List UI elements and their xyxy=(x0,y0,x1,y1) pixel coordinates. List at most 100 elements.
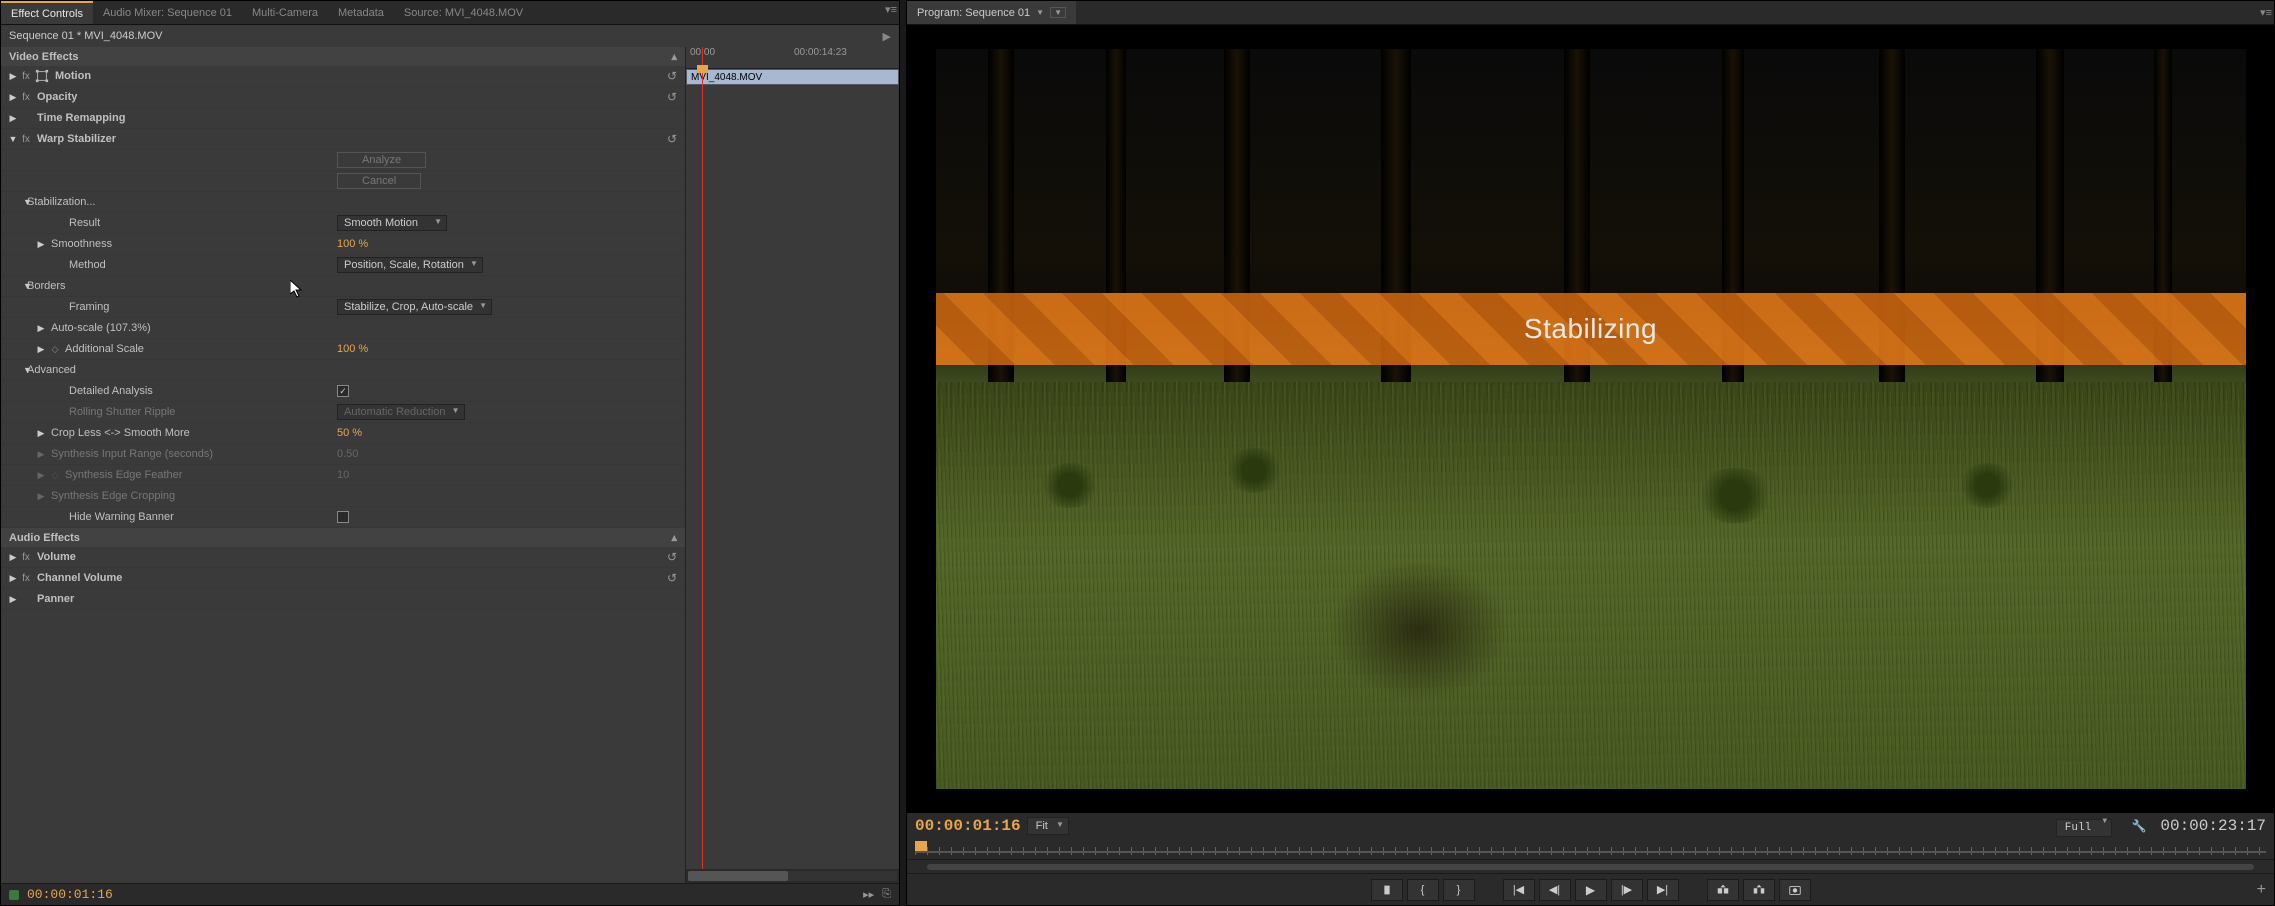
fx-badge-icon[interactable]: fx xyxy=(19,134,33,145)
effect-timeline[interactable]: 00;00 00:00:14:23 MVI_4048.MOV xyxy=(685,47,899,883)
twirl-icon[interactable]: ▶ xyxy=(35,239,47,250)
timeline-clip[interactable]: MVI_4048.MOV xyxy=(686,69,899,85)
fx-badge-icon[interactable]: fx xyxy=(19,552,33,563)
step-back-button[interactable]: ◀| xyxy=(1539,879,1571,901)
playhead-icon[interactable] xyxy=(697,65,708,73)
autoscale-row[interactable]: ▶ Auto-scale (107.3%) xyxy=(1,318,685,339)
wrench-icon[interactable]: 🔧 xyxy=(2132,820,2147,834)
twirl-icon[interactable]: ▼ xyxy=(7,197,23,207)
tab-source[interactable]: Source: MVI_4048.MOV xyxy=(394,1,533,24)
playhead[interactable] xyxy=(702,47,703,883)
twirl-icon[interactable]: ▶ xyxy=(35,344,47,355)
twirl-icon[interactable]: ▶ xyxy=(7,573,19,584)
go-to-in-button[interactable]: |◀ xyxy=(1503,879,1535,901)
tab-metadata[interactable]: Metadata xyxy=(328,1,394,24)
reset-icon[interactable]: ↺ xyxy=(667,550,677,564)
framing-label: Framing xyxy=(7,301,109,313)
twirl-icon[interactable]: ▶ xyxy=(7,594,19,605)
fx-opacity-row[interactable]: ▶ fx Opacity ↺ xyxy=(1,87,685,108)
zoom-bar[interactable] xyxy=(907,859,2274,873)
tab-multi-camera[interactable]: Multi-Camera xyxy=(242,1,328,24)
twirl-icon[interactable]: ▼ xyxy=(7,134,19,144)
stabilizing-banner: Stabilizing xyxy=(936,293,2246,365)
step-forward-button[interactable]: |▶ xyxy=(1611,879,1643,901)
output-icon[interactable]: ⎘ xyxy=(882,888,891,901)
twirl-icon[interactable]: ▶ xyxy=(7,71,19,82)
fx-badge-icon[interactable]: fx xyxy=(19,71,33,82)
opacity-label: Opacity xyxy=(33,91,77,103)
fx-panner-row[interactable]: ▶ Panner xyxy=(1,589,685,610)
reset-icon[interactable]: ↺ xyxy=(667,132,677,146)
fx-channelvol-row[interactable]: ▶ fx Channel Volume ↺ xyxy=(1,568,685,589)
zoom-icon[interactable]: ▸▸ xyxy=(863,888,874,901)
zoom-track[interactable] xyxy=(927,864,2254,870)
fx-badge-icon[interactable]: fx xyxy=(19,92,33,103)
method-dropdown[interactable]: Position, Scale, Rotation xyxy=(337,257,483,273)
collapse-icon[interactable]: ▴ xyxy=(671,50,677,63)
hide-banner-checkbox[interactable] xyxy=(337,511,349,523)
twirl-icon[interactable]: ▶ xyxy=(7,113,19,124)
cropless-value[interactable]: 50 % xyxy=(337,427,362,439)
stabilization-group[interactable]: ▼ Stabilization... xyxy=(1,192,685,213)
timeline-scrollbar[interactable] xyxy=(686,869,899,883)
cancel-button[interactable]: Cancel xyxy=(337,173,421,189)
reset-icon[interactable]: ↺ xyxy=(667,90,677,104)
twirl-icon[interactable]: ▶ xyxy=(7,92,19,103)
sequence-dropdown-icon[interactable]: ▼ xyxy=(1036,8,1044,17)
stopwatch-icon[interactable]: ◇ xyxy=(49,344,61,355)
fx-timeremap-row[interactable]: ▶ Time Remapping xyxy=(1,108,685,129)
quality-dropdown[interactable]: Full xyxy=(2056,819,2112,837)
detailed-checkbox[interactable]: ✓ xyxy=(337,385,349,397)
close-icon[interactable]: ▼ xyxy=(1050,7,1066,18)
show-timeline-button[interactable]: ▶ xyxy=(883,30,891,43)
twirl-icon[interactable]: ▼ xyxy=(7,365,23,375)
transform-icon[interactable] xyxy=(33,69,51,83)
status-timecode[interactable]: 00:00:01:16 xyxy=(27,887,113,902)
play-button[interactable]: ▶ xyxy=(1575,879,1607,901)
add-button[interactable]: + xyxy=(2257,881,2266,899)
cropless-row: ▶ Crop Less <-> Smooth More 50 % xyxy=(1,423,685,444)
mark-in-button[interactable] xyxy=(1371,879,1403,901)
collapse-icon[interactable]: ▴ xyxy=(671,531,677,544)
set-in-button[interactable]: { xyxy=(1407,879,1439,901)
analyze-button[interactable]: Analyze xyxy=(337,152,426,168)
current-timecode[interactable]: 00:00:01:16 xyxy=(915,817,1021,835)
export-frame-button[interactable] xyxy=(1779,879,1811,901)
smoothness-row: ▶ Smoothness 100 % xyxy=(1,234,685,255)
analyze-row: Analyze xyxy=(1,150,685,171)
twirl-icon[interactable]: ▶ xyxy=(35,323,47,334)
set-out-button[interactable]: } xyxy=(1443,879,1475,901)
smoothness-value[interactable]: 100 % xyxy=(337,238,368,250)
framing-dropdown[interactable]: Stabilize, Crop, Auto-scale xyxy=(337,299,492,315)
reset-icon[interactable]: ↺ xyxy=(667,69,677,83)
method-row: Method Position, Scale, Rotation xyxy=(1,255,685,276)
zoom-fit-dropdown[interactable]: Fit xyxy=(1027,817,1069,835)
fx-badge-icon[interactable]: fx xyxy=(19,573,33,584)
timeline-ruler[interactable]: 00;00 00:00:14:23 xyxy=(686,47,899,69)
additional-scale-value[interactable]: 100 % xyxy=(337,343,368,355)
twirl-icon[interactable]: ▶ xyxy=(35,428,47,439)
scrub-bar[interactable] xyxy=(907,839,2274,859)
result-dropdown[interactable]: Smooth Motion xyxy=(337,215,447,231)
fx-volume-row[interactable]: ▶ fx Volume ↺ xyxy=(1,547,685,568)
panel-menu-button[interactable]: ▾≡ xyxy=(2260,6,2272,19)
twirl-icon[interactable]: ▼ xyxy=(7,281,23,291)
extract-button[interactable] xyxy=(1743,879,1775,901)
video-effects-header[interactable]: Video Effects ▴ xyxy=(1,47,685,66)
lift-button[interactable] xyxy=(1707,879,1739,901)
advanced-group[interactable]: ▼ Advanced xyxy=(1,360,685,381)
reset-icon[interactable]: ↺ xyxy=(667,571,677,585)
program-monitor[interactable]: Stabilizing xyxy=(907,25,2274,813)
tab-effect-controls[interactable]: Effect Controls xyxy=(1,1,93,24)
fx-motion-row[interactable]: ▶ fx Motion ↺ xyxy=(1,66,685,87)
tab-audio-mixer[interactable]: Audio Mixer: Sequence 01 xyxy=(93,1,242,24)
scrub-playhead[interactable] xyxy=(915,841,927,851)
scrollbar-thumb[interactable] xyxy=(688,871,788,881)
twirl-icon[interactable]: ▶ xyxy=(7,552,19,563)
panel-menu-button[interactable]: ▾≡ xyxy=(885,3,897,16)
go-to-out-button[interactable]: ▶| xyxy=(1647,879,1679,901)
borders-group[interactable]: ▼ Borders xyxy=(1,276,685,297)
audio-effects-header[interactable]: Audio Effects ▴ xyxy=(1,528,685,547)
tab-program[interactable]: Program: Sequence 01 ▼ ▼ xyxy=(907,1,1076,24)
fx-warp-row[interactable]: ▼ fx Warp Stabilizer ↺ xyxy=(1,129,685,150)
